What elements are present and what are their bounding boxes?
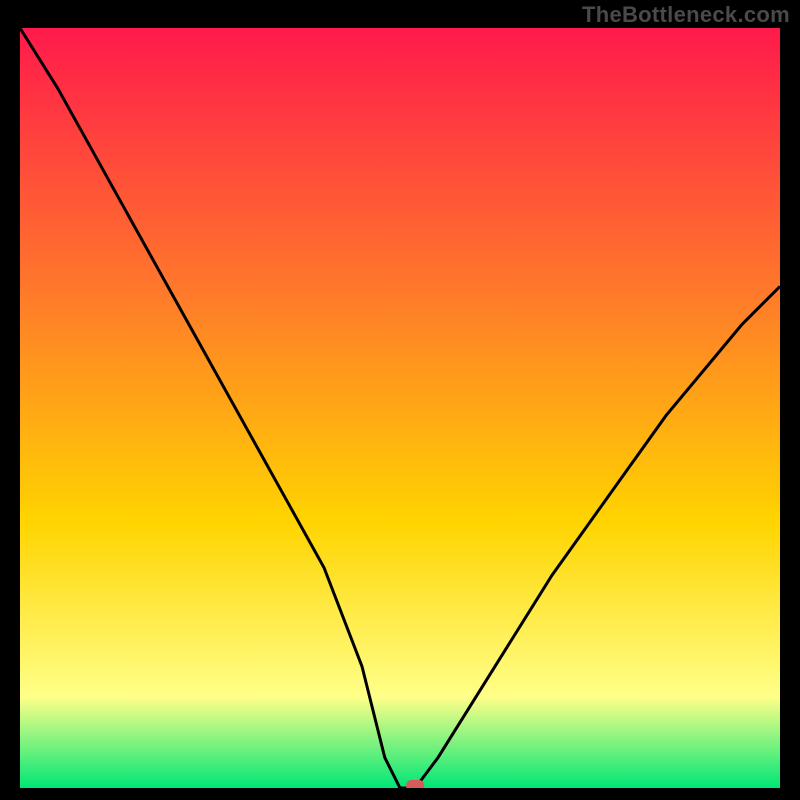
chart-frame: TheBottleneck.com: [0, 0, 800, 800]
watermark-text: TheBottleneck.com: [582, 2, 790, 28]
chart-svg: [20, 28, 780, 788]
chart-plot-area: [20, 28, 780, 788]
chart-background: [20, 28, 780, 788]
optimal-marker: [406, 780, 424, 788]
